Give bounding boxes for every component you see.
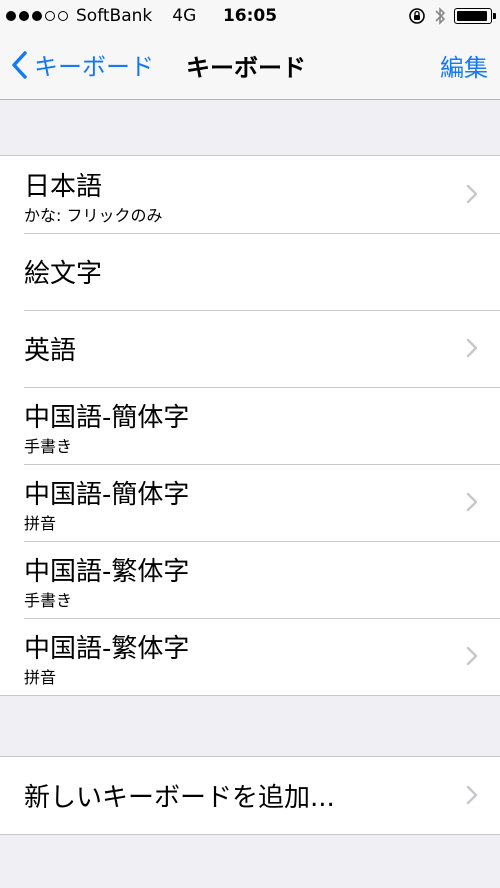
status-right	[408, 6, 496, 26]
rotation-lock-icon	[409, 8, 425, 24]
keyboard-title: 絵文字	[24, 259, 103, 289]
keyboard-subtitle: 拼音	[24, 668, 57, 687]
keyboard-row[interactable]: 中国語-簡体字 拼音	[0, 464, 500, 541]
keyboard-title: 日本語	[24, 172, 103, 202]
keyboard-title: 中国語-繁体字	[24, 557, 190, 587]
battery-fill	[457, 11, 488, 21]
keyboard-subtitle: 拼音	[24, 514, 57, 533]
keyboard-row[interactable]: 中国語-繁体字 拼音	[0, 618, 500, 695]
keyboard-row[interactable]: 絵文字	[0, 233, 500, 310]
chevron-right-icon	[466, 785, 478, 805]
keyboards-list: 日本語 かな: フリックのみ 絵文字 英語 中国語-簡体字 手書き 中国語-簡体…	[0, 155, 500, 696]
add-keyboard-label: 新しいキーボードを追加...	[24, 783, 335, 813]
keyboard-row[interactable]: 中国語-簡体字 手書き	[0, 387, 500, 464]
battery-nub	[493, 13, 496, 19]
battery-icon	[454, 8, 496, 24]
bluetooth-icon	[435, 7, 446, 25]
keyboard-title: 英語	[24, 336, 77, 366]
add-keyboard-group: 新しいキーボードを追加...	[0, 756, 500, 835]
keyboard-row[interactable]: 中国語-繁体字 手書き	[0, 541, 500, 618]
status-bar: SoftBank 4G 16:05	[0, 0, 500, 34]
screen: SoftBank 4G 16:05 キーボード キーボード 編集 日本語 かな:…	[0, 0, 500, 888]
edit-button[interactable]: 編集	[440, 48, 488, 83]
navigation-bar: キーボード キーボード 編集	[0, 34, 500, 100]
chevron-right-icon	[466, 646, 478, 666]
keyboard-subtitle: 手書き	[24, 437, 73, 456]
add-keyboard-button[interactable]: 新しいキーボードを追加...	[0, 757, 500, 834]
keyboard-subtitle: 手書き	[24, 591, 73, 610]
keyboard-title: 中国語-繁体字	[24, 634, 190, 664]
back-button[interactable]: キーボード	[10, 47, 154, 82]
keyboard-title: 中国語-簡体字	[24, 403, 190, 433]
chevron-right-icon	[466, 184, 478, 204]
keyboard-title: 中国語-簡体字	[24, 480, 190, 510]
keyboard-subtitle: かな: フリックのみ	[24, 206, 163, 225]
back-button-label: キーボード	[34, 53, 154, 81]
page-title: キーボード	[186, 54, 306, 82]
keyboard-row[interactable]: 日本語 かな: フリックのみ	[0, 156, 500, 233]
chevron-left-icon	[12, 50, 27, 79]
chevron-right-icon	[466, 492, 478, 512]
keyboard-row[interactable]: 英語	[0, 310, 500, 387]
chevron-right-icon	[466, 338, 478, 358]
